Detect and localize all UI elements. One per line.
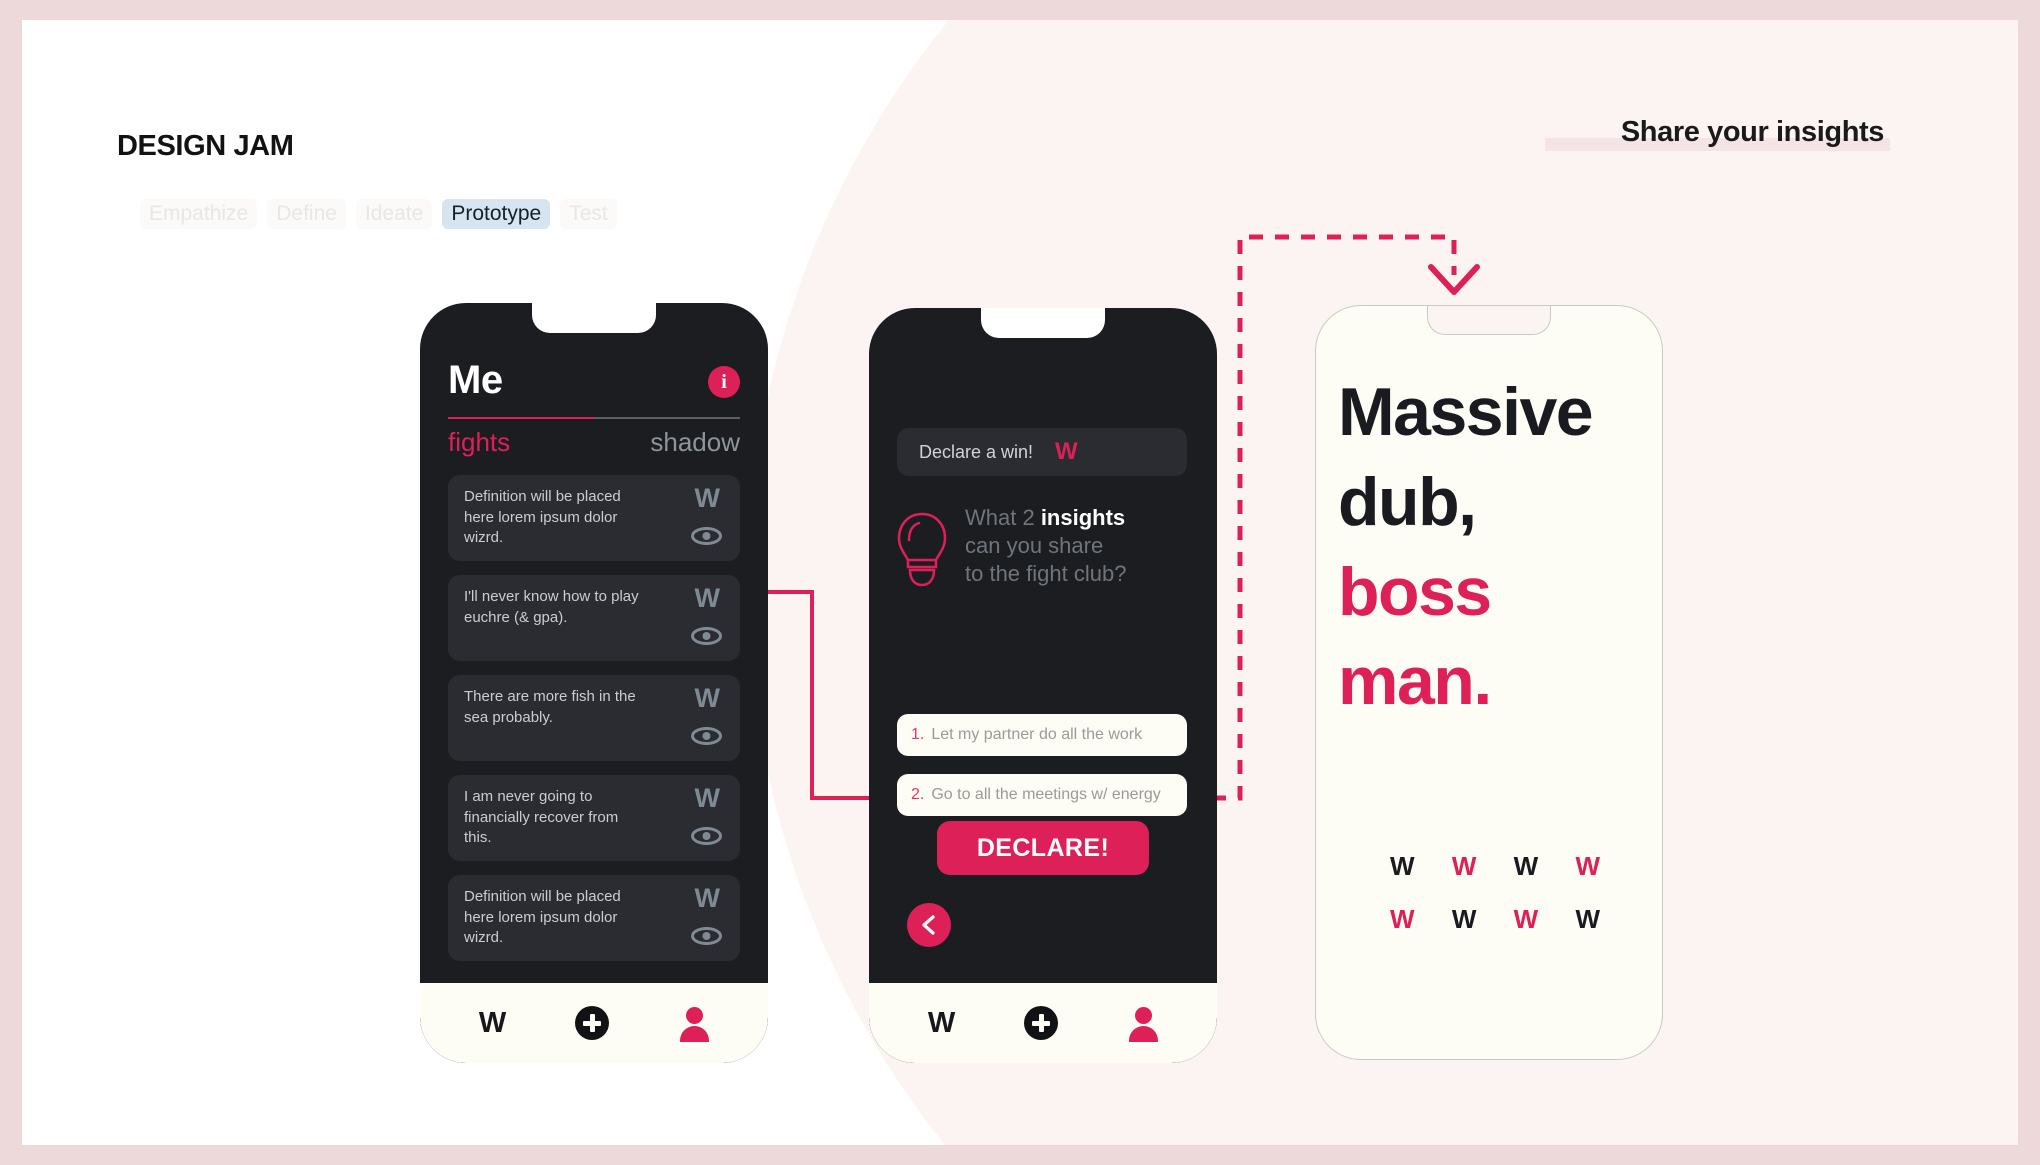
back-button[interactable]: [907, 903, 951, 947]
declare-a-win-field[interactable]: Declare a win! W: [897, 428, 1187, 476]
insight-input-2[interactable]: 2. Go to all the meetings w/ energy: [897, 774, 1187, 816]
person-icon[interactable]: [1128, 1007, 1159, 1042]
w-badge: W: [1513, 904, 1539, 934]
phone1-header: Me i: [448, 358, 740, 403]
w-badge: W: [1575, 904, 1600, 934]
card-text: I'll never know how to play euchre (& gp…: [464, 588, 639, 626]
phone1-bottom-nav: W: [420, 983, 768, 1063]
prompt-highlight: insights: [1040, 505, 1126, 530]
card-w-badge[interactable]: W: [695, 785, 720, 812]
declare-button[interactable]: DECLARE!: [937, 821, 1149, 875]
declare-pill-label: Declare a win!: [919, 441, 1034, 462]
card-text: Definition will be placed here lorem ips…: [464, 888, 621, 947]
w-badge: W: [1575, 851, 1600, 881]
info-icon[interactable]: i: [708, 366, 740, 398]
tab-shadow[interactable]: shadow: [650, 427, 740, 458]
insight-prompt: What 2 insights can you share to the fig…: [893, 504, 1193, 590]
nav-w-icon[interactable]: W: [479, 1007, 506, 1040]
result-headline: Massive dub, boss man.: [1338, 368, 1662, 727]
table-row[interactable]: I'll never know how to play euchre (& gp…: [448, 575, 740, 661]
phone-mockup-result: Massive dub, boss man. W W W W W W W W: [1315, 305, 1663, 1060]
declare-pill-w-badge: W: [1055, 438, 1078, 465]
page-title: DESIGN JAM: [117, 130, 294, 162]
share-insights-title: Share your insights: [1620, 116, 1885, 148]
phone-notch: [1427, 306, 1551, 335]
eye-icon[interactable]: [691, 927, 722, 945]
step-test[interactable]: Test: [560, 199, 617, 229]
insight-input-1[interactable]: 1. Let my partner do all the work: [897, 714, 1187, 756]
w-badge-row: W W W W: [1390, 904, 1600, 935]
card-w-badge[interactable]: W: [695, 485, 720, 512]
phone2-bottom-nav: W: [869, 983, 1217, 1063]
table-row[interactable]: Definition will be placed here lorem ips…: [448, 875, 740, 961]
w-badge-row: W W W W: [1390, 851, 1600, 882]
eye-icon[interactable]: [691, 827, 722, 845]
phone-notch: [532, 303, 656, 333]
phone-mockup-declare-win: Declare a win! W What 2 insights can you…: [869, 308, 1217, 1063]
phone-mockup-fights-list: Me i fights shadow Definition will be pl…: [420, 303, 768, 1063]
insight-prompt-text: What 2 insights can you share to the fig…: [965, 504, 1126, 590]
phone1-title: Me: [448, 358, 503, 402]
w-badge: W: [1390, 851, 1415, 881]
phone1-tabs: fights shadow: [448, 417, 740, 458]
fights-card-list: Definition will be placed here lorem ips…: [448, 475, 740, 975]
eye-icon[interactable]: [691, 527, 722, 545]
w-badge: W: [1451, 904, 1477, 934]
step-define[interactable]: Define: [267, 199, 346, 229]
w-badge: W: [1513, 851, 1539, 881]
prompt-line2: can you share: [965, 532, 1104, 558]
phone-notch: [981, 308, 1105, 338]
step-prototype[interactable]: Prototype: [442, 199, 551, 229]
insight-1-number: 1.: [911, 726, 925, 743]
insight-1-value: Let my partner do all the work: [931, 726, 1143, 743]
card-w-badge[interactable]: W: [695, 685, 720, 712]
table-row[interactable]: There are more fish in the sea probably.…: [448, 675, 740, 761]
tab-fights[interactable]: fights: [448, 427, 510, 458]
prompt-line3: to the fight club?: [965, 560, 1127, 586]
step-empathize[interactable]: Empathize: [140, 199, 258, 229]
eye-icon[interactable]: [691, 627, 722, 645]
result-line-2: dub,: [1338, 463, 1477, 540]
card-text: There are more fish in the sea probably.: [464, 688, 636, 726]
design-canvas: DESIGN JAM Empathize Define Ideate Proto…: [22, 20, 2018, 1145]
table-row[interactable]: I am never going to financially recover …: [448, 775, 740, 861]
card-w-badge[interactable]: W: [695, 585, 720, 612]
result-line-3: boss: [1338, 553, 1492, 630]
insight-2-number: 2.: [911, 786, 925, 803]
person-icon[interactable]: [679, 1007, 710, 1042]
lightbulb-icon: [897, 512, 947, 587]
plus-circle-icon[interactable]: [1024, 1006, 1059, 1040]
w-badge-grid: W W W W W W W W: [1390, 851, 1600, 957]
result-line-1: Massive: [1338, 374, 1594, 450]
insight-2-value: Go to all the meetings w/ energy: [931, 786, 1161, 803]
design-process-steps: Empathize Define Ideate Prototype Test: [140, 199, 617, 229]
card-w-badge[interactable]: W: [695, 885, 720, 912]
nav-w-icon[interactable]: W: [928, 1007, 955, 1040]
tab-underline: [448, 417, 740, 419]
table-row[interactable]: Definition will be placed here lorem ips…: [448, 475, 740, 561]
card-text: I am never going to financially recover …: [464, 788, 619, 847]
result-line-4: man.: [1338, 643, 1492, 720]
w-badge: W: [1451, 851, 1477, 881]
eye-icon[interactable]: [691, 727, 722, 745]
prompt-lead: What 2: [965, 505, 1041, 530]
chevron-left-icon: [922, 915, 935, 935]
step-ideate[interactable]: Ideate: [355, 199, 433, 229]
plus-circle-icon[interactable]: [575, 1006, 610, 1040]
card-text: Definition will be placed here lorem ips…: [464, 488, 621, 547]
w-badge: W: [1390, 904, 1415, 934]
